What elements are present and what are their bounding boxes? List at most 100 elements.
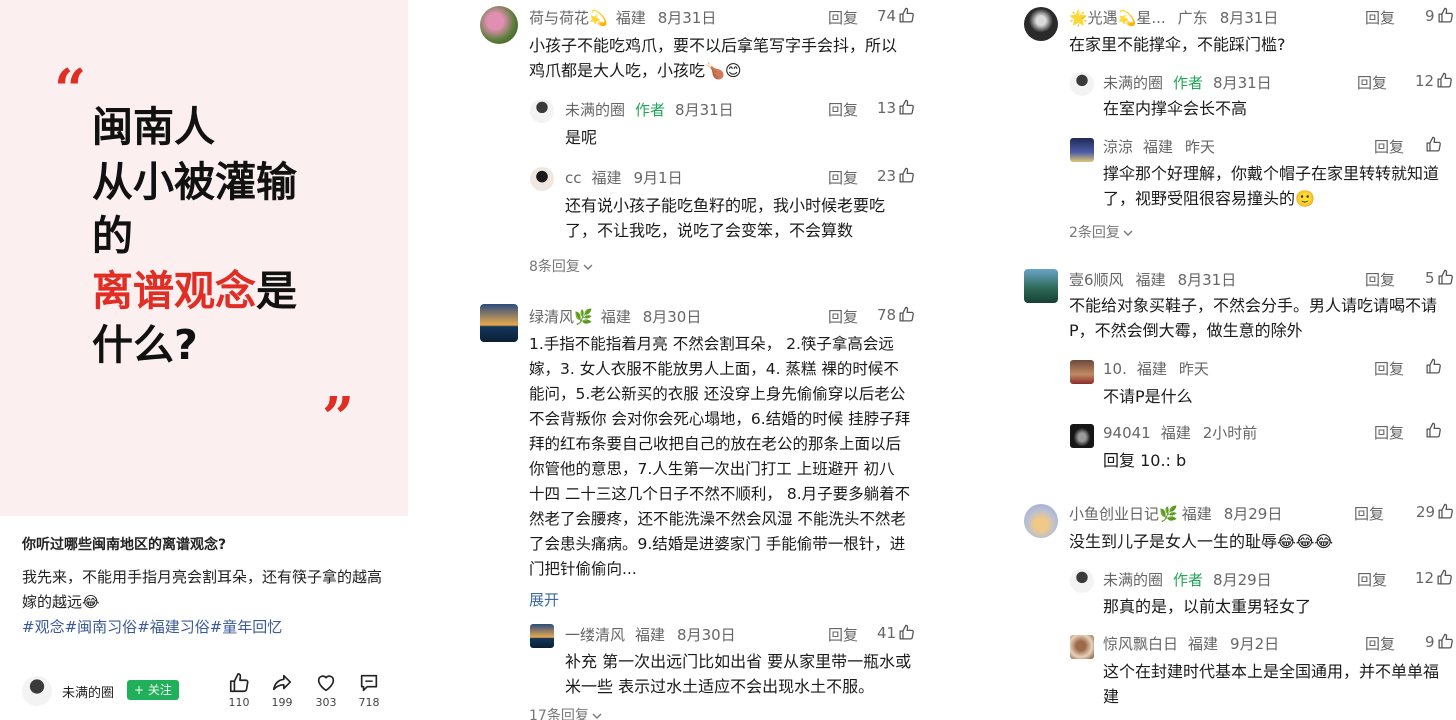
avatar[interactable] xyxy=(480,304,518,342)
chevron-down-icon xyxy=(592,713,602,719)
thumb-up-icon xyxy=(1426,358,1441,374)
avatar[interactable] xyxy=(1070,635,1094,659)
avatar[interactable] xyxy=(1024,504,1058,538)
comment-like-button[interactable]: 78 xyxy=(877,306,915,324)
thumb-up-icon xyxy=(1426,136,1441,152)
reply-button[interactable]: 回复 xyxy=(1374,422,1404,443)
commenter-name[interactable]: 惊风飘白日 xyxy=(1103,635,1178,653)
thumb-up-icon xyxy=(1438,633,1453,649)
cover-headline: 闽南人 从小被灌输 的 离谱观念是 什么? xyxy=(92,100,297,373)
post-tags[interactable]: #观念#闽南习俗#福建习俗#童年回忆 xyxy=(22,616,282,638)
comment-text: 在家里不能撑伞，不能踩门槛? xyxy=(1069,35,1286,54)
comment-like-count: 29 xyxy=(1416,503,1436,521)
more-replies-button[interactable]: 2条回复 xyxy=(1069,222,1133,242)
avatar[interactable] xyxy=(530,99,554,123)
comment-count: 718 xyxy=(358,696,380,709)
reply-button[interactable]: 回复 xyxy=(1365,269,1395,290)
avatar[interactable] xyxy=(1070,424,1094,448)
comment-like-button[interactable]: 29 xyxy=(1416,503,1454,521)
avatar[interactable] xyxy=(530,167,554,191)
follow-button[interactable]: + 关注 xyxy=(127,680,179,700)
more-replies-button[interactable]: 8条回复 xyxy=(529,256,593,276)
reply-button[interactable]: 回复 xyxy=(1365,633,1395,654)
comment-like-button[interactable]: 12 xyxy=(1415,569,1453,587)
reply-button[interactable]: 回复 xyxy=(1374,358,1404,379)
reply-button[interactable]: 回复 xyxy=(828,7,858,28)
comment-meta: 涼涼 福建 昨天 xyxy=(1103,136,1215,157)
comment-like-button[interactable]: 23 xyxy=(877,167,915,185)
comment-meta: 10. 福建 昨天 xyxy=(1103,358,1209,379)
avatar[interactable] xyxy=(1070,138,1094,162)
commenter-name[interactable]: cc xyxy=(565,169,582,187)
avatar[interactable] xyxy=(1070,360,1094,384)
commenter-name[interactable]: 绿清风🌿 xyxy=(529,308,593,326)
commenter-name[interactable]: 94041 xyxy=(1103,424,1151,442)
comment-text: 不请P是什么 xyxy=(1103,387,1193,406)
commenter-name[interactable]: 壹6顺风 xyxy=(1069,271,1124,289)
comment-date: 8月30日 xyxy=(642,308,702,326)
commenter-name[interactable]: 涼涼 xyxy=(1103,138,1133,156)
avatar[interactable] xyxy=(1070,569,1094,593)
comment-like-button[interactable]: 74 xyxy=(877,7,915,25)
avatar[interactable] xyxy=(480,6,518,44)
comment-like-button[interactable] xyxy=(1423,136,1442,154)
comment-like-button[interactable] xyxy=(1423,358,1442,376)
reply-button[interactable]: 回复 xyxy=(1354,503,1384,524)
comment-text: 1.手指不能指着月亮 不然会割耳朵， 2.筷子拿高会远嫁，3. 女人衣服不能放男… xyxy=(529,335,911,578)
avatar[interactable] xyxy=(1070,72,1094,96)
comment-meta: 壹6顺风 福建 8月31日 xyxy=(1069,269,1236,290)
comment-text: 没生到儿子是女人一生的耻辱😂😂😂 xyxy=(1069,532,1334,551)
reply-button[interactable]: 回复 xyxy=(828,306,858,327)
commenter-location: 福建 xyxy=(600,308,631,326)
avatar[interactable] xyxy=(22,676,52,706)
comment-like-button[interactable]: 9 xyxy=(1425,633,1454,651)
more-replies-button[interactable]: 17条回复 xyxy=(529,705,602,720)
commenter-name[interactable]: 小鱼创业日记🌿 xyxy=(1069,505,1178,523)
avatar[interactable] xyxy=(530,624,554,648)
author-badge: 作者 xyxy=(1173,571,1204,589)
thumb-up-icon xyxy=(899,7,914,23)
comment-meta: cc 福建 9月1日 xyxy=(565,167,683,188)
share-count: 199 xyxy=(271,696,293,709)
commenter-name[interactable]: 未满的圈 xyxy=(1103,74,1163,92)
more-replies-label: 2条回复 xyxy=(1069,225,1120,241)
post-cover-image[interactable]: “ 闽南人 从小被灌输 的 离谱观念是 什么? ” xyxy=(0,0,408,516)
avatar[interactable] xyxy=(1024,7,1058,41)
reply-button[interactable]: 回复 xyxy=(828,167,858,188)
heart-icon xyxy=(317,675,335,692)
comment-button[interactable]: 718 xyxy=(352,672,386,709)
commenter-name[interactable]: 一缕清风 xyxy=(565,626,625,644)
close-quote-mark: ” xyxy=(322,385,355,451)
comment-date: 8月31日 xyxy=(1177,271,1237,289)
avatar[interactable] xyxy=(1024,269,1058,303)
post-author-name[interactable]: 未满的圈 xyxy=(62,682,114,701)
reply-button[interactable]: 回复 xyxy=(1357,72,1387,93)
commenter-name[interactable]: 🌟光遇💫星... xyxy=(1069,9,1166,27)
comment-like-button[interactable] xyxy=(1423,422,1442,440)
reply-button[interactable]: 回复 xyxy=(1365,7,1395,28)
cover-line-5: 什么? xyxy=(92,321,198,369)
commenter-name[interactable]: 荷与荷花💫 xyxy=(529,9,608,27)
reply-button[interactable]: 回复 xyxy=(1374,136,1404,157)
reply-button[interactable]: 回复 xyxy=(1357,569,1387,590)
comment-like-button[interactable]: 13 xyxy=(877,99,915,117)
thumb-up-icon xyxy=(1437,72,1452,88)
reply-button[interactable]: 回复 xyxy=(828,99,858,120)
commenter-name[interactable]: 未满的圈 xyxy=(1103,571,1163,589)
comment-like-button[interactable]: 9 xyxy=(1425,7,1454,25)
commenter-location: 福建 xyxy=(1181,505,1212,523)
expand-button[interactable]: 展开 xyxy=(529,589,559,610)
comment-like-button[interactable]: 5 xyxy=(1425,269,1454,287)
comment-like-button[interactable]: 41 xyxy=(877,624,915,642)
author-badge: 作者 xyxy=(1173,74,1204,92)
commenter-name[interactable]: 10. xyxy=(1103,360,1127,378)
favorite-button[interactable]: 303 xyxy=(309,672,343,709)
comment-meta: 94041 福建 2小时前 xyxy=(1103,422,1257,443)
commenter-name[interactable]: 未满的圈 xyxy=(565,101,625,119)
share-button[interactable]: 199 xyxy=(265,672,299,709)
comment-date: 昨天 xyxy=(1178,360,1209,378)
reply-button[interactable]: 回复 xyxy=(828,624,858,645)
chevron-down-icon xyxy=(583,264,593,270)
comment-like-button[interactable]: 12 xyxy=(1415,72,1453,90)
like-button[interactable]: 110 xyxy=(222,672,256,709)
